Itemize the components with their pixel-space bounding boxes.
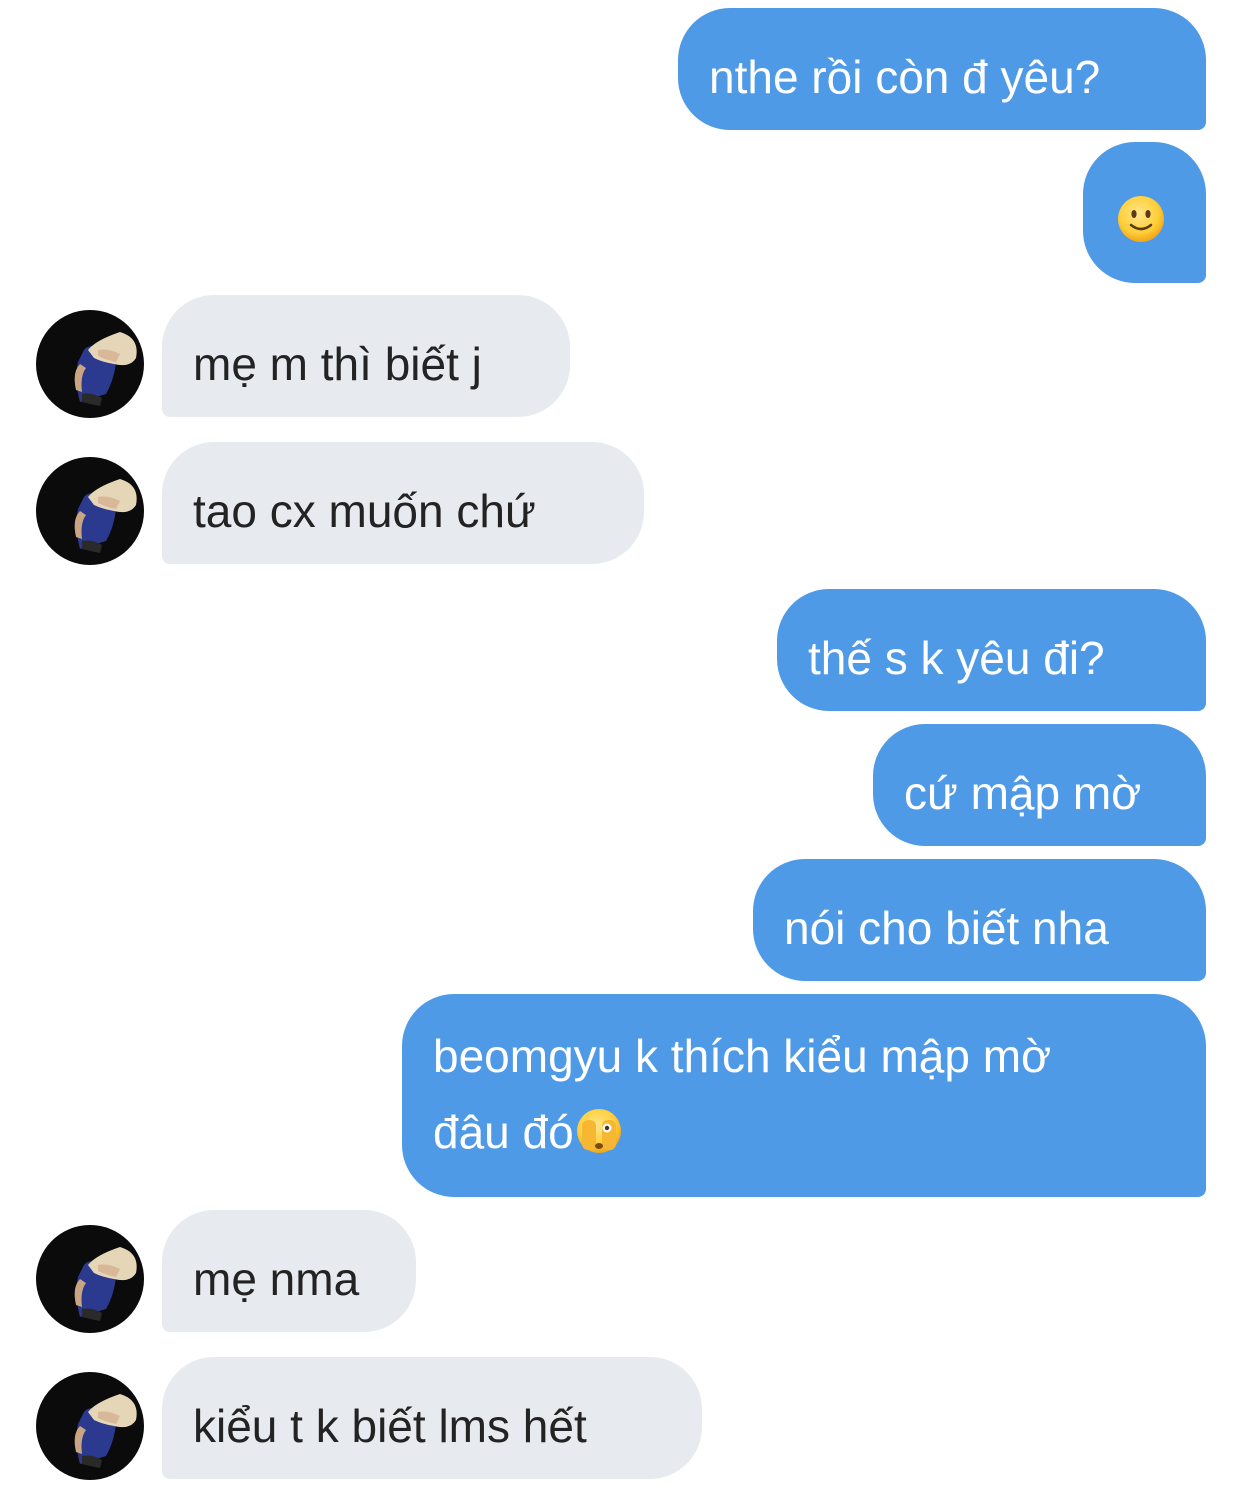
- contact-avatar[interactable]: [36, 457, 144, 565]
- avatar-photo-icon: [36, 310, 144, 418]
- contact-avatar[interactable]: [36, 1372, 144, 1480]
- outgoing-message-bubble[interactable]: beomgyu k thích kiểu mập mờ đâu đó: [402, 994, 1206, 1197]
- message-text: nthe rồi còn đ yêu?: [709, 51, 1101, 103]
- avatar-photo-icon: [36, 1372, 144, 1480]
- contact-avatar[interactable]: [36, 310, 144, 418]
- avatar-photo-icon: [36, 457, 144, 565]
- message-text-line-1: beomgyu k thích kiểu mập mờ: [433, 1030, 1052, 1082]
- slightly-smiling-face-emoji-icon: [1118, 196, 1164, 242]
- outgoing-emoji-bubble[interactable]: [1083, 142, 1206, 283]
- message-text: cứ mập mờ: [904, 767, 1142, 819]
- message-text: mẹ m thì biết j: [193, 338, 482, 390]
- outgoing-message-bubble[interactable]: thế s k yêu đi?: [777, 589, 1206, 711]
- incoming-message-bubble[interactable]: mẹ nma: [162, 1210, 416, 1332]
- incoming-message-bubble[interactable]: tao cx muốn chứ: [162, 442, 644, 564]
- incoming-message-bubble[interactable]: mẹ m thì biết j: [162, 295, 570, 417]
- contact-avatar[interactable]: [36, 1225, 144, 1333]
- message-text: mẹ nma: [193, 1253, 360, 1305]
- outgoing-message-bubble[interactable]: nthe rồi còn đ yêu?: [678, 8, 1206, 130]
- message-text: tao cx muốn chứ: [193, 485, 536, 537]
- message-text: kiểu t k biết lms hết: [193, 1400, 587, 1452]
- outgoing-message-bubble[interactable]: nói cho biết nha: [753, 859, 1206, 981]
- message-text: thế s k yêu đi?: [808, 632, 1105, 684]
- outgoing-message-bubble[interactable]: cứ mập mờ: [873, 724, 1206, 846]
- face-with-hand-over-eyes-emoji-icon: [576, 1109, 621, 1153]
- avatar-photo-icon: [36, 1225, 144, 1333]
- message-text: nói cho biết nha: [784, 902, 1109, 954]
- message-text-line-2: đâu đó: [433, 1094, 1186, 1170]
- incoming-message-bubble[interactable]: kiểu t k biết lms hết: [162, 1357, 702, 1479]
